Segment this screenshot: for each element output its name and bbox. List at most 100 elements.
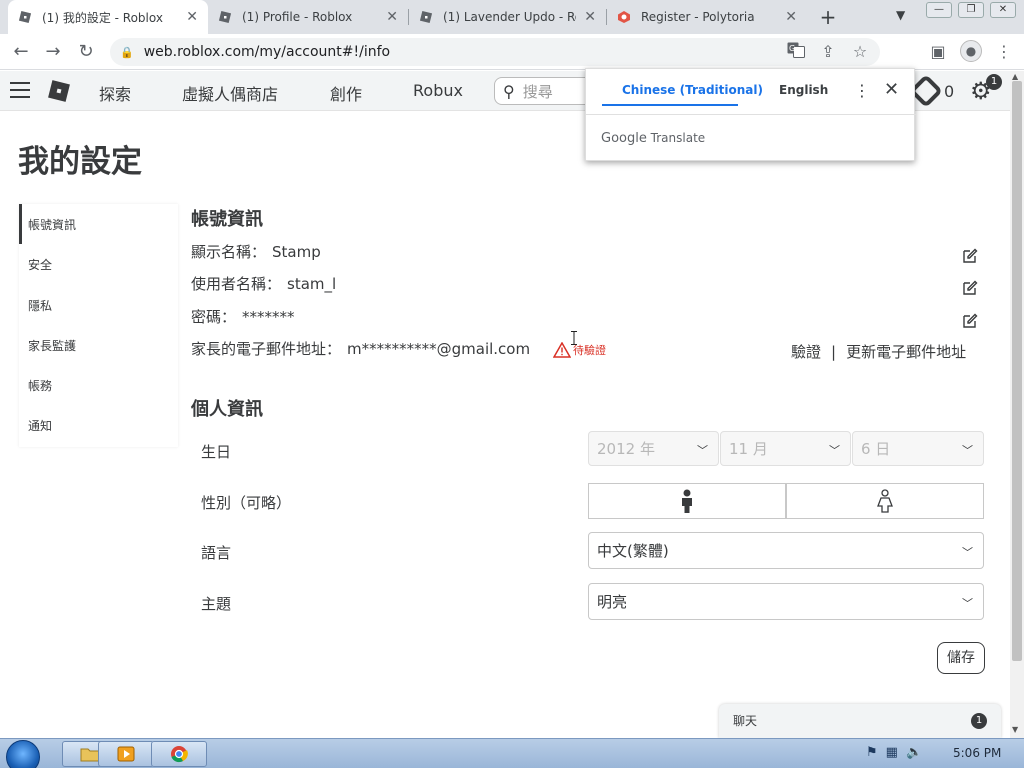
- sidebar-item-privacy[interactable]: 隱私: [19, 285, 178, 325]
- media-player-taskbar-button[interactable]: [98, 741, 154, 767]
- birth-month-value: 11 月: [729, 440, 768, 458]
- password-label: 密碼：: [191, 308, 237, 326]
- tab-title: Register - Polytoria: [641, 10, 755, 24]
- edit-display-name-icon[interactable]: [962, 248, 978, 264]
- scroll-down-arrow-icon[interactable]: ▼: [1012, 725, 1018, 734]
- birth-day-select[interactable]: 6 日 ﹀: [852, 431, 984, 466]
- edit-password-icon[interactable]: [962, 313, 978, 329]
- roblox-logo-icon[interactable]: [48, 80, 70, 102]
- side-panel-icon[interactable]: ▣: [928, 42, 948, 61]
- volume-icon[interactable]: 🔈: [906, 745, 922, 760]
- profile-avatar-icon[interactable]: ●: [960, 40, 982, 62]
- address-bar[interactable]: 🔒 web.roblox.com/my/account#!/info G ⇪ ☆: [110, 38, 880, 66]
- new-tab-plus-icon[interactable]: +: [816, 5, 840, 29]
- browser-menu-kebab-icon[interactable]: ⋮: [994, 42, 1014, 61]
- chat-label: 聊天: [733, 714, 758, 728]
- display-name-row: 顯示名稱： Stamp: [191, 241, 321, 262]
- tab-close-icon[interactable]: ✕: [785, 9, 797, 25]
- browser-tab-2[interactable]: (1) Profile - Roblox ✕: [208, 0, 408, 34]
- tab-title: (1) Lavender Updo - Robl: [443, 10, 576, 24]
- chat-bar[interactable]: 聊天 1: [719, 704, 1001, 738]
- address-url: web.roblox.com/my/account#!/info: [143, 44, 391, 60]
- birth-month-select[interactable]: 11 月 ﹀: [720, 431, 851, 466]
- search-input[interactable]: ⚲ 搜尋: [494, 77, 594, 105]
- hamburger-menu-icon[interactable]: [10, 82, 30, 98]
- display-name-label: 顯示名稱：: [191, 243, 267, 261]
- gender-label: 性別（可略）: [201, 494, 292, 512]
- scroll-up-arrow-icon[interactable]: ▲: [1012, 72, 1018, 81]
- tab-title: (1) Profile - Roblox: [242, 10, 353, 24]
- birth-year-select[interactable]: 2012 年 ﹀: [588, 431, 719, 466]
- divider: [586, 114, 916, 115]
- tab-search-chevron-icon[interactable]: ▼: [896, 8, 905, 22]
- theme-select[interactable]: 明亮 ﹀: [588, 583, 984, 620]
- sidebar-item-security[interactable]: 安全: [19, 244, 178, 284]
- network-icon[interactable]: ▦: [886, 745, 898, 760]
- back-arrow-icon[interactable]: ←: [10, 41, 32, 62]
- sidebar-item-account-info[interactable]: 帳號資訊: [19, 204, 178, 244]
- username-value: stam_l: [287, 275, 337, 293]
- tab-close-icon[interactable]: ✕: [186, 9, 198, 25]
- translate-tab-english[interactable]: English: [779, 83, 828, 97]
- browser-tab-3[interactable]: (1) Lavender Updo - Robl ✕: [409, 0, 606, 34]
- birth-year-value: 2012 年: [597, 440, 655, 458]
- search-icon: ⚲: [503, 81, 515, 101]
- forward-arrow-icon[interactable]: →: [42, 41, 64, 62]
- username-row: 使用者名稱： stam_l: [191, 273, 336, 294]
- nav-avatar-shop[interactable]: 虛擬人偶商店: [182, 81, 278, 105]
- page-scrollbar[interactable]: ▲ ▼: [1010, 71, 1024, 738]
- scrollbar-thumb[interactable]: [1012, 81, 1022, 661]
- tab-close-icon[interactable]: ✕: [584, 9, 596, 25]
- reload-icon[interactable]: ↻: [75, 41, 97, 62]
- lock-icon: 🔒: [120, 45, 134, 59]
- browser-tab-bar: (1) 我的設定 - Roblox ✕ (1) Profile - Roblox…: [0, 0, 1024, 34]
- save-button[interactable]: 儲存: [937, 642, 985, 674]
- brand-translate: Translate: [650, 131, 706, 145]
- verify-email-link[interactable]: 驗證: [791, 343, 821, 361]
- female-figure-icon: [877, 489, 893, 513]
- chrome-icon: [171, 746, 188, 763]
- nav-discover[interactable]: 探索: [99, 81, 131, 105]
- restore-icon[interactable]: ❐: [958, 2, 984, 18]
- close-icon[interactable]: ✕: [884, 79, 899, 100]
- chevron-down-icon: ﹀: [697, 444, 708, 457]
- sidebar-item-parental-controls[interactable]: 家長監護: [19, 325, 178, 365]
- gender-male-button[interactable]: [588, 483, 786, 519]
- robux-balance[interactable]: 0: [909, 74, 954, 108]
- browser-toolbar: ← → ↻ 🔒 web.roblox.com/my/account#!/info…: [0, 34, 1024, 70]
- password-row: 密碼： *******: [191, 306, 295, 327]
- nav-robux[interactable]: Robux: [413, 81, 463, 100]
- action-center-flag-icon[interactable]: ⚑: [866, 745, 878, 760]
- bookmark-star-icon[interactable]: ☆: [850, 42, 870, 62]
- translate-tab-chinese[interactable]: Chinese (Traditional): [622, 83, 763, 97]
- chevron-down-icon: ﹀: [829, 444, 840, 457]
- male-figure-icon: [682, 489, 692, 513]
- taskbar-clock[interactable]: 5:06 PM: [953, 746, 1001, 760]
- warning-triangle-icon: [553, 342, 571, 358]
- birth-day-value: 6 日: [861, 440, 891, 458]
- more-options-kebab-icon[interactable]: ⋮: [854, 81, 870, 100]
- settings-gear[interactable]: ⚙ 1: [970, 74, 1002, 105]
- window-close-icon[interactable]: ✕: [990, 2, 1016, 18]
- gender-female-button[interactable]: [786, 483, 984, 519]
- sidebar-item-notifications[interactable]: 通知: [19, 405, 178, 445]
- chrome-taskbar-button[interactable]: [151, 741, 207, 767]
- roblox-favicon-icon: [18, 10, 32, 24]
- polytoria-favicon-icon: [618, 11, 630, 23]
- tab-title: (1) 我的設定 - Roblox: [42, 10, 163, 25]
- update-email-link[interactable]: 更新電子郵件地址: [846, 343, 966, 361]
- nav-create[interactable]: 創作: [330, 81, 362, 105]
- language-select[interactable]: 中文(繁體) ﹀: [588, 532, 984, 569]
- translate-popup: Chinese (Traditional) English ⋮ ✕ Google…: [585, 68, 916, 161]
- sidebar-item-billing[interactable]: 帳務: [19, 365, 178, 405]
- roblox-favicon-icon: [419, 10, 433, 24]
- browser-tab-4[interactable]: Register - Polytoria ✕: [607, 0, 807, 34]
- minimize-icon[interactable]: —: [926, 2, 952, 18]
- share-icon[interactable]: ⇪: [818, 42, 838, 62]
- translate-icon[interactable]: G: [786, 42, 806, 62]
- windows-start-icon[interactable]: [6, 740, 40, 768]
- notification-badge: 1: [986, 74, 1002, 90]
- edit-username-icon[interactable]: [962, 280, 978, 296]
- browser-tab-1[interactable]: (1) 我的設定 - Roblox ✕: [8, 0, 208, 34]
- tab-close-icon[interactable]: ✕: [386, 9, 398, 25]
